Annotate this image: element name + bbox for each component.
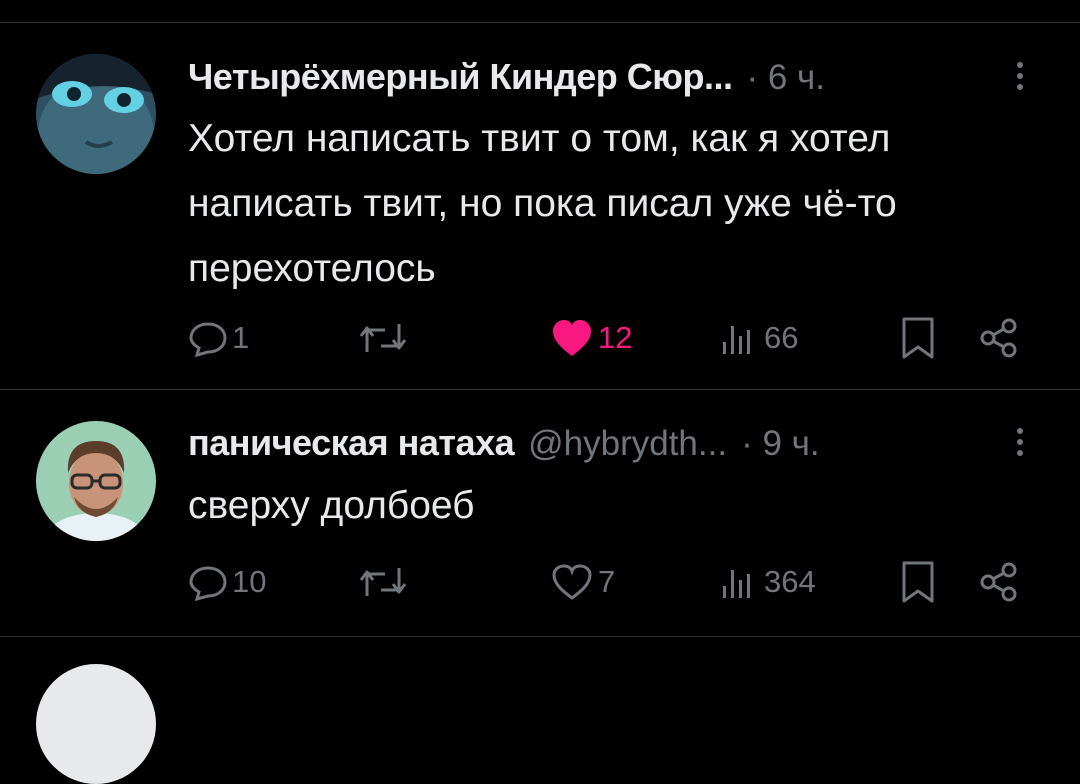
like-button[interactable]: 12 [550, 313, 632, 363]
reply-icon [189, 322, 227, 358]
timestamp[interactable]: · 6 ч. [746, 58, 825, 98]
views-count: 66 [764, 320, 799, 355]
reply-button[interactable]: 1 [188, 313, 249, 363]
like-button[interactable]: 7 [550, 557, 615, 607]
like-count: 7 [598, 564, 616, 599]
share-button[interactable] [978, 557, 1020, 607]
more-icon[interactable] [1010, 424, 1030, 464]
tweet-actions: 1 12 66 [0, 313, 1080, 363]
reply-button[interactable]: 10 [188, 557, 266, 607]
reply-count: 10 [232, 564, 267, 599]
tweet-actions: 10 7 364 [0, 557, 1080, 607]
timestamp[interactable]: · 9 ч. [741, 424, 820, 464]
tweet-header: паническая натаха @hybrydth... · 9 ч. [188, 422, 820, 464]
more-icon[interactable] [1010, 58, 1030, 98]
bookmark-icon [902, 561, 934, 603]
author-name[interactable]: паническая натаха [188, 422, 515, 464]
author-handle[interactable]: @hybrydth... [528, 424, 727, 464]
tweet-header: Четырёхмерный Киндер Сюр... · 6 ч. [188, 56, 825, 98]
tweet-divider [0, 389, 1080, 390]
like-count: 12 [598, 320, 633, 355]
views-button[interactable]: 66 [720, 313, 798, 363]
author-name[interactable]: Четырёхмерный Киндер Сюр... [188, 56, 733, 98]
retweet-button[interactable] [355, 313, 411, 363]
like-icon [552, 564, 592, 600]
tweet-divider [0, 636, 1080, 637]
retweet-icon [359, 324, 407, 352]
views-icon [723, 570, 750, 598]
bookmark-button[interactable] [898, 313, 938, 363]
views-icon [723, 326, 750, 354]
reply-count: 1 [232, 320, 250, 355]
retweet-icon [359, 568, 407, 596]
tweet-text: сверху долбоеб [188, 484, 475, 527]
tweet-text: Хотел написать твит о том, как я хотел н… [188, 117, 897, 290]
avatar[interactable] [36, 421, 156, 541]
views-button[interactable]: 364 [720, 557, 816, 607]
next-tweet-avatar-partial[interactable] [36, 664, 156, 784]
share-button[interactable] [978, 313, 1020, 363]
avatar[interactable] [36, 54, 156, 174]
top-divider [0, 22, 1080, 23]
views-count: 364 [764, 564, 816, 599]
like-icon [553, 320, 591, 356]
share-icon [980, 562, 1017, 602]
bookmark-button[interactable] [898, 557, 938, 607]
share-icon [980, 318, 1017, 358]
retweet-button[interactable] [355, 557, 411, 607]
bookmark-icon [902, 317, 934, 359]
reply-icon [189, 566, 227, 602]
